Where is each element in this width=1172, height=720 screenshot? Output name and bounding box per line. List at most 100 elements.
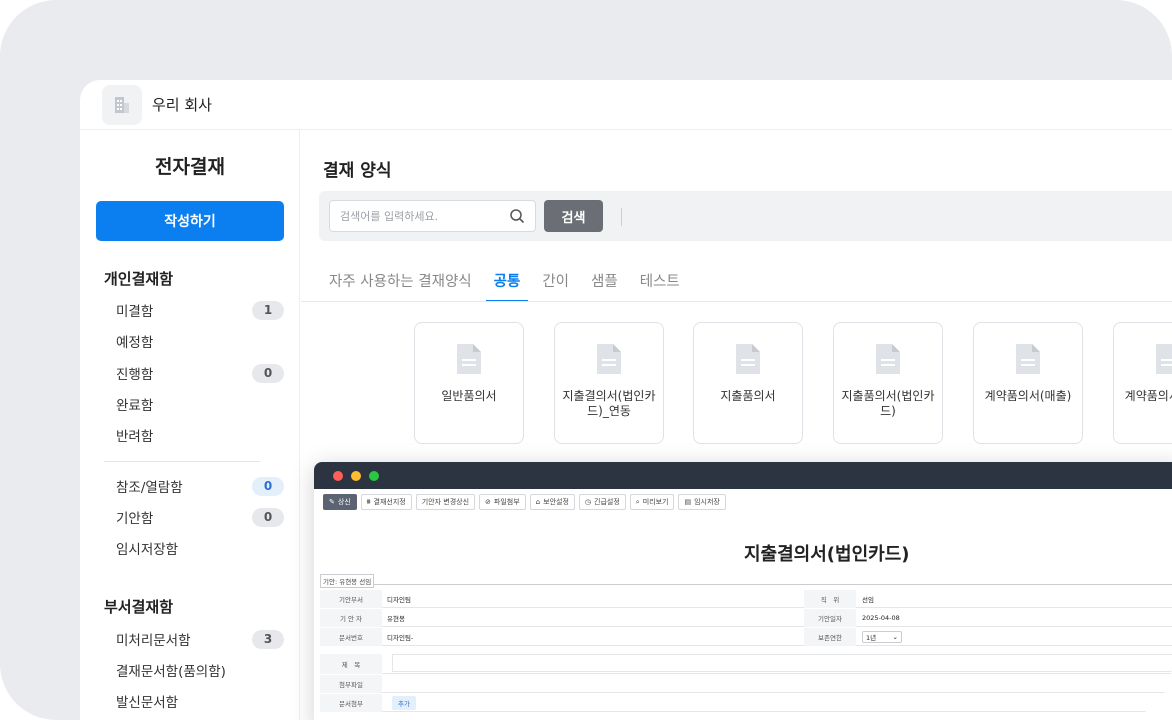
sidebar-divider: [104, 461, 260, 462]
search-field[interactable]: [329, 200, 536, 232]
sidebar-item-label: 참조/열람함: [116, 480, 183, 496]
personal-box-heading: 개인결재함: [104, 270, 174, 288]
form-row: 제 목: [320, 654, 1172, 674]
dept-value: 디자인팀: [387, 596, 411, 604]
form-card-label: 계약품의서(매출): [984, 389, 1072, 403]
document-title: 지출결의서(법인카드): [744, 544, 910, 565]
department-box-heading: 부서결재함: [104, 598, 174, 616]
sidebar-item-label: 미처리문서함: [116, 633, 191, 649]
clock-icon: ◷: [584, 498, 591, 506]
tab-sample[interactable]: 샘플: [591, 260, 618, 302]
add-button[interactable]: 추가: [392, 696, 416, 710]
save-icon: ▤: [684, 498, 692, 506]
sidebar-item-rejected[interactable]: 반려함: [116, 423, 284, 447]
pencil-icon: ✎: [329, 498, 335, 506]
form-row: 문서첨부 추가: [320, 694, 1172, 712]
doc-number-value: 디자인팀-: [387, 634, 414, 642]
form-card[interactable]: 지출품의서(법인카드): [833, 322, 943, 444]
submit-button[interactable]: ✎ 상신: [323, 494, 357, 510]
search-input[interactable]: [340, 209, 500, 223]
search-icon[interactable]: [509, 208, 525, 228]
sidebar-item-label: 발신문서함: [116, 695, 179, 711]
sidebar-item-label: 완료함: [116, 398, 154, 414]
button-label: 긴급설정: [594, 498, 620, 506]
paperclip-icon: ⊘: [485, 498, 491, 506]
sidebar-item-sent-docs[interactable]: 발신문서함: [116, 689, 284, 713]
count-badge: 1: [252, 300, 284, 320]
sidebar-item-in-progress[interactable]: 진행함 0: [116, 361, 284, 385]
button-label: 기안자 변경상신: [421, 498, 470, 506]
field-label: 보존연한: [804, 628, 856, 646]
approval-line-button[interactable]: ⩩ 결재선지정: [360, 494, 412, 510]
preview-toolbar: ✎ 상신 ⩩ 결재선지정 기안자 변경상신 ⊘ 파일첨부 ⌂ 보안설정 ◷ 긴급설정 ⌕ 미…: [323, 494, 730, 510]
sidebar-title: 전자결재: [155, 156, 225, 178]
sidebar-item-label: 임시저장함: [116, 542, 179, 558]
sidebar-item-completed[interactable]: 완료함: [116, 392, 284, 416]
retention-select[interactable]: 1년 ⌄: [862, 631, 902, 643]
button-label: 미리보기: [642, 498, 669, 506]
field-label: 직 위: [804, 590, 856, 608]
form-row: 기안부서 디자인팀 직 위 선임: [320, 590, 1172, 608]
tab-test[interactable]: 테스트: [640, 260, 680, 302]
button-label: 보안설정: [543, 498, 569, 506]
form-card[interactable]: 지출결의서(법인카드)_연동: [554, 322, 664, 444]
building-icon[interactable]: [102, 84, 142, 125]
sidebar-item-drafts[interactable]: 임시저장함: [116, 536, 284, 560]
security-button[interactable]: ⌂ 보안설정: [529, 494, 575, 510]
sidebar-item-label: 결재문서함(품의함): [116, 664, 226, 680]
sidebar-item-drafted[interactable]: 기안함 0: [116, 505, 284, 529]
preview-button[interactable]: ⌕ 미리보기: [629, 494, 675, 510]
document-icon: [1015, 343, 1041, 379]
compose-button[interactable]: 작성하기: [96, 201, 284, 241]
urgent-button[interactable]: ◷ 긴급설정: [578, 494, 626, 510]
preview-title-bar: [314, 462, 1172, 489]
change-drafter-button[interactable]: 기안자 변경상신: [415, 494, 476, 510]
form-card[interactable]: 계약품의서(매입): [1113, 322, 1172, 444]
sidebar-item-approval-docs[interactable]: 결재문서함(품의함): [116, 658, 284, 682]
count-badge: 0: [252, 363, 284, 383]
form-card-label: 지출결의서(법인카드)_연동: [562, 389, 656, 418]
company-name[interactable]: 우리 회사: [152, 94, 212, 115]
field-label: 문서번호: [320, 628, 382, 646]
tab-simple[interactable]: 간이: [542, 260, 569, 302]
document-icon: [456, 343, 482, 379]
tab-frequent[interactable]: 자주 사용하는 결재양식: [329, 260, 472, 302]
sidebar-item-label: 미결함: [116, 304, 154, 320]
count-badge: 3: [252, 629, 284, 649]
button-label: 파일첨부: [493, 498, 520, 506]
attach-file-button[interactable]: ⊘ 파일첨부: [479, 494, 526, 510]
temp-save-button[interactable]: ▤ 임시저장: [678, 494, 726, 510]
form-card-label: 지출품의서(법인카드): [841, 389, 935, 418]
subject-input[interactable]: [392, 654, 1172, 672]
form-card[interactable]: 계약품의서(매출): [973, 322, 1083, 444]
sidebar-item-scheduled[interactable]: 예정함: [116, 329, 284, 353]
form-row: 첨부파일: [320, 675, 1172, 693]
document-preview-window: ✎ 상신 ⩩ 결재선지정 기안자 변경상신 ⊘ 파일첨부 ⌂ 보안설정 ◷ 긴급설정 ⌕ 미…: [314, 462, 1172, 720]
drafter-value: 유현봉: [387, 615, 405, 623]
form-row: 기 안 자 유현봉 기안일자 2025-04-08: [320, 609, 1172, 627]
button-label: 상신: [337, 498, 351, 506]
form-card[interactable]: 일반품의서: [414, 322, 524, 444]
button-label: 임시저장: [694, 498, 720, 506]
field-label: 기안부서: [320, 590, 382, 608]
close-dot-icon[interactable]: [333, 471, 343, 481]
field-label: 기 안 자: [320, 609, 382, 627]
sidebar-item-label: 반려함: [116, 429, 154, 445]
field-label: 문서첨부: [320, 694, 382, 712]
form-card-label: 지출품의서: [720, 389, 776, 403]
form-card[interactable]: 지출품의서: [693, 322, 803, 444]
field-label: 제 목: [320, 654, 382, 674]
search-button[interactable]: 검색: [544, 200, 603, 232]
sidebar-item-reference[interactable]: 참조/열람함 0: [116, 474, 284, 498]
sidebar-item-pending[interactable]: 미결함 1: [116, 298, 284, 322]
retention-value: 1년: [866, 634, 877, 642]
form-card-label: 일반품의서: [441, 389, 497, 403]
minimize-dot-icon[interactable]: [351, 471, 361, 481]
maximize-dot-icon[interactable]: [369, 471, 379, 481]
draft-date-value: 2025-04-08: [862, 614, 900, 622]
tab-common[interactable]: 공통: [485, 260, 529, 302]
drafter-tag: 기안: 유현봉 선임: [320, 574, 375, 588]
sidebar-item-label: 기안함: [116, 511, 154, 527]
sidebar-item-unprocessed[interactable]: 미처리문서함 3: [116, 627, 284, 651]
page-title: 결재 양식: [323, 161, 392, 181]
